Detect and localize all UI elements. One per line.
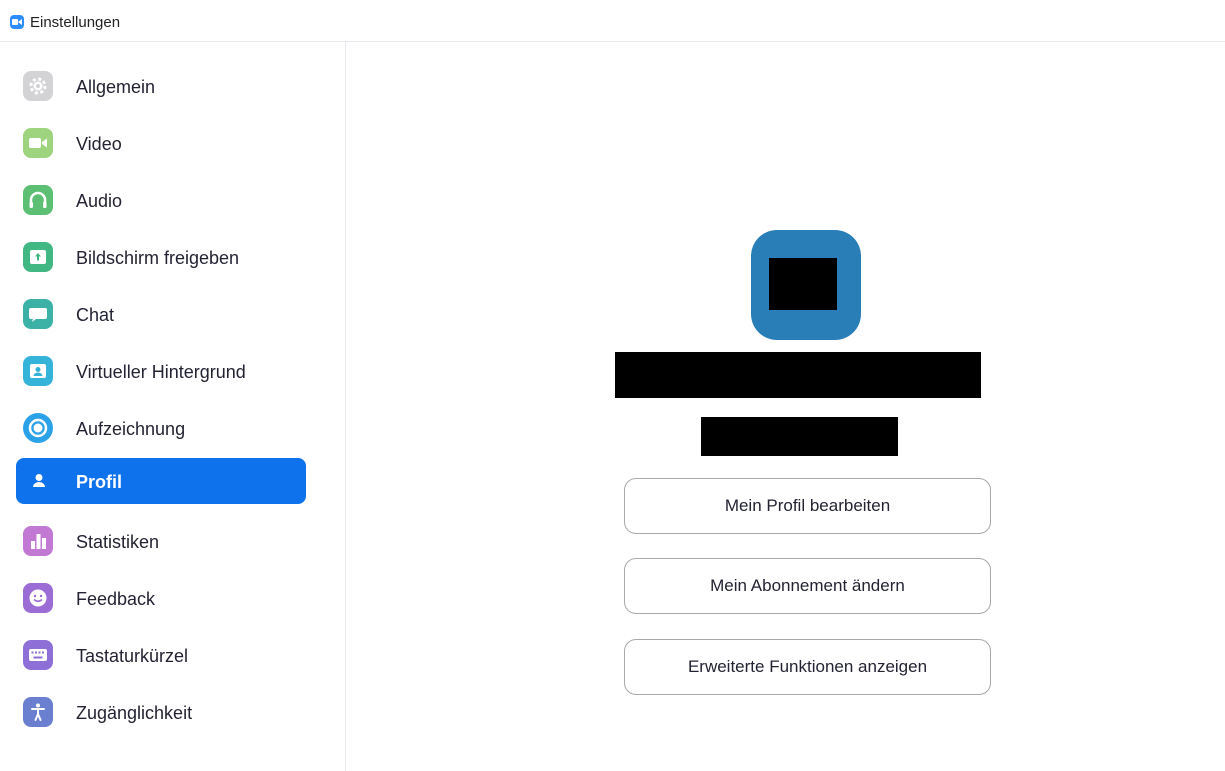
video-camera-icon [23,128,53,158]
sidebar-item-aufzeichnung[interactable]: Aufzeichnung [16,405,306,451]
person-icon [23,466,53,496]
sidebar-item-audio[interactable]: Audio [16,177,306,223]
sidebar-item-label: Audio [76,191,123,211]
gear-icon [23,71,53,101]
change-subscription-button[interactable]: Mein Abonnement ändern [624,558,991,614]
sidebar-item-label: Virtueller Hintergrund [76,362,246,382]
sidebar-item-chat[interactable]: Chat [16,291,306,337]
accessibility-icon [23,697,53,727]
window-title: Einstellungen [30,14,121,31]
sidebar-item-statistiken[interactable]: Statistiken [16,518,306,564]
sidebar-item-label: Video [76,134,122,154]
sidebar-item-label: Zugänglichkeit [76,703,193,723]
zoom-camera-icon [10,15,24,29]
bar-chart-icon [23,526,53,556]
redacted-user-email [701,417,898,456]
share-screen-icon [23,242,53,272]
sidebar-item-label: Tastaturkürzel [76,646,189,666]
title-bar: Einstellungen [0,0,1225,42]
sidebar-item-label: Aufzeichnung [76,419,186,439]
sidebar-item-label: Bildschirm freigeben [76,248,240,268]
record-icon [23,413,53,443]
redacted-user-name [615,352,981,398]
sidebar-item-tastaturkuerzel[interactable]: Tastaturkürzel [16,632,306,678]
sidebar-item-feedback[interactable]: Feedback [16,575,306,621]
sidebar-item-label: Profil [76,472,123,492]
profile-panel: Mein Profil bearbeiten Mein Abonnement ä… [347,42,1225,771]
keyboard-icon [23,640,53,670]
virtual-background-icon [23,356,53,386]
sidebar-item-video[interactable]: Video [16,120,306,166]
sidebar-item-label: Allgemein [76,77,156,97]
chat-bubble-icon [23,299,53,329]
sidebar-item-label: Feedback [76,589,156,609]
sidebar-item-label: Chat [76,305,115,325]
sidebar-item-virtueller-hintergrund[interactable]: Virtueller Hintergrund [16,348,306,394]
redacted-initials [769,258,837,310]
sidebar-item-bildschirm-freigeben[interactable]: Bildschirm freigeben [16,234,306,280]
avatar[interactable] [751,230,861,340]
settings-sidebar: Allgemein Video Audio Bildschirm freigeb… [0,42,346,771]
sidebar-item-profil[interactable]: Profil [16,458,306,504]
show-advanced-features-button[interactable]: Erweiterte Funktionen anzeigen [624,639,991,695]
sidebar-item-label: Statistiken [76,532,160,552]
edit-profile-button[interactable]: Mein Profil bearbeiten [624,478,991,534]
headphones-icon [23,185,53,215]
sidebar-item-zugaenglichkeit[interactable]: Zugänglichkeit [16,689,306,735]
smiley-icon [23,583,53,613]
sidebar-item-allgemein[interactable]: Allgemein [16,63,306,109]
